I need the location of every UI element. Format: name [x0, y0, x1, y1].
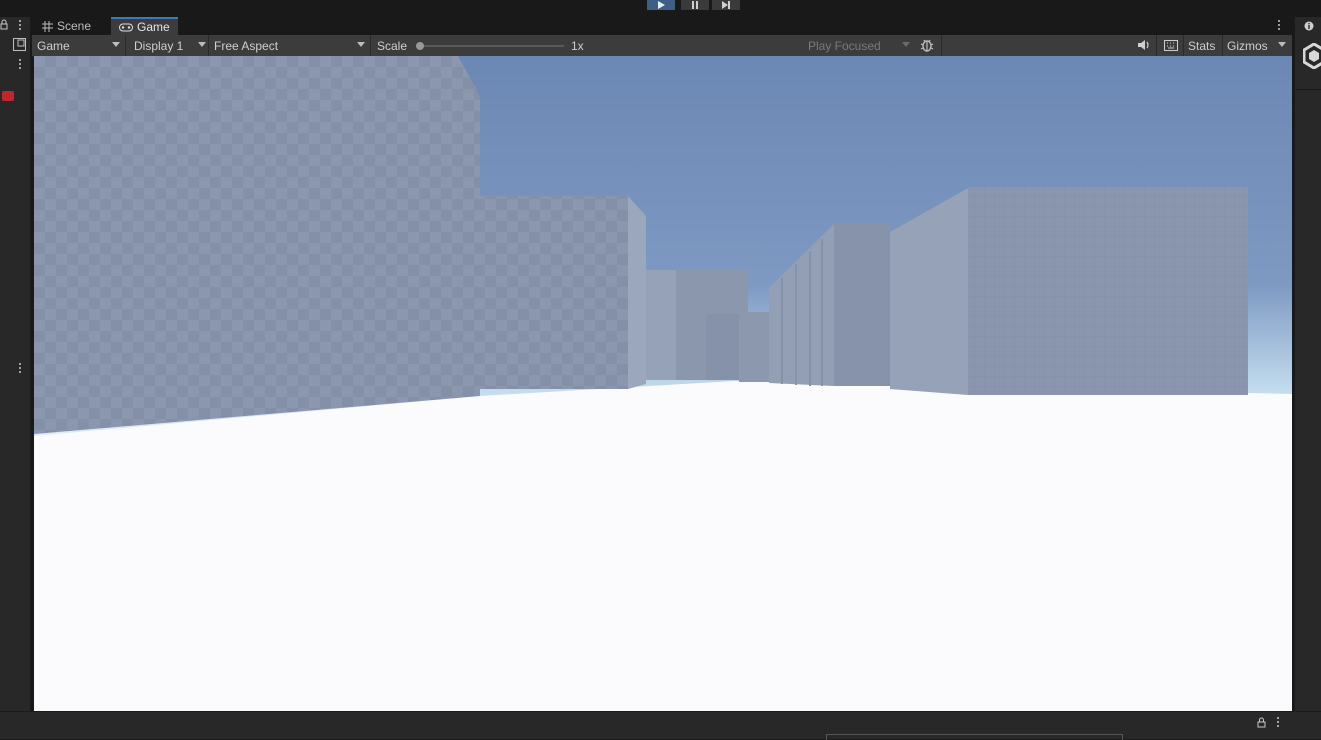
game-view-toolbar: Game Display 1 Free Aspect Scale 1x Play… — [32, 35, 1292, 57]
scale-label: Scale — [377, 38, 408, 53]
lock-icon[interactable] — [1257, 717, 1266, 728]
toolbar-divider — [370, 35, 371, 56]
view-tab-strip: Scene Game — [32, 17, 1292, 35]
gamepad-icon — [119, 23, 133, 31]
step-button[interactable] — [712, 0, 740, 10]
display-label: Display 1 — [134, 38, 184, 53]
aspect-dropdown[interactable]: Free Aspect — [214, 35, 368, 56]
right-mid-building — [834, 224, 890, 386]
window-menu-icon[interactable] — [1278, 20, 1281, 31]
chevron-down-icon — [357, 42, 365, 47]
error-object-icon[interactable] — [0, 90, 16, 102]
middle-left-building-side — [628, 196, 646, 389]
chevron-down-icon — [1278, 42, 1286, 47]
unity-logo-icon[interactable] — [1303, 43, 1321, 69]
left-wall-building — [34, 56, 480, 434]
gizmos-dropdown[interactable]: Gizmos — [1227, 35, 1286, 56]
play-mode-dropdown[interactable]: Play Focused — [808, 35, 912, 56]
play-mode-label: Play Focused — [808, 38, 881, 53]
scale-slider-handle[interactable] — [416, 42, 424, 50]
panel-menu-icon[interactable] — [19, 363, 22, 374]
speaker-icon[interactable] — [1137, 39, 1151, 51]
far-building — [739, 312, 769, 382]
chevron-down-icon — [902, 42, 910, 47]
ground-plane — [34, 381, 1292, 711]
chevron-down-icon — [198, 42, 206, 47]
tab-label: Game — [137, 20, 170, 34]
tab-scene[interactable]: Scene — [34, 17, 99, 35]
grid-icon — [42, 20, 53, 32]
pause-icon — [692, 1, 698, 9]
bottom-panel — [0, 711, 1321, 740]
info-icon[interactable] — [1304, 21, 1314, 31]
scale-value: 1x — [571, 38, 584, 53]
tab-label: Scene — [57, 19, 92, 33]
panel-menu-icon[interactable] — [19, 59, 22, 70]
play-toolbar — [0, 0, 1321, 10]
panel-menu-icon[interactable] — [1277, 717, 1280, 728]
game-render — [34, 56, 1292, 711]
toolbar-divider — [208, 35, 209, 56]
chevron-down-icon — [112, 42, 120, 47]
view-mode-label: Game — [37, 38, 70, 53]
display-dropdown[interactable]: Display 1 — [134, 35, 206, 56]
right-building-front — [968, 187, 1248, 395]
step-icon — [722, 1, 730, 9]
panel-menu-icon[interactable] — [19, 20, 22, 31]
far-building-face — [646, 270, 676, 380]
middle-left-building — [480, 196, 628, 389]
game-viewport[interactable] — [34, 56, 1292, 711]
pause-button[interactable] — [681, 0, 709, 10]
tab-game[interactable]: Game — [111, 17, 178, 35]
hierarchy-panel-collapsed — [0, 17, 31, 711]
toolbar-divider — [941, 35, 942, 56]
lock-icon[interactable] — [0, 19, 8, 30]
keyboard-icon[interactable] — [1164, 40, 1178, 51]
aspect-label: Free Aspect — [214, 38, 279, 53]
console-search-field[interactable] — [826, 734, 1123, 740]
scale-slider[interactable] — [416, 42, 564, 50]
toolbar-divider — [1222, 35, 1223, 56]
toolbar-divider — [125, 35, 126, 56]
toolbar-divider — [1183, 35, 1184, 56]
view-mode-dropdown[interactable]: Game — [37, 35, 123, 56]
stats-button[interactable]: Stats — [1188, 35, 1215, 56]
inspector-panel-collapsed — [1294, 17, 1321, 711]
gizmos-label: Gizmos — [1227, 38, 1268, 53]
play-button[interactable] — [647, 0, 675, 10]
maximize-icon[interactable] — [13, 38, 26, 51]
bug-icon[interactable] — [920, 38, 934, 52]
play-icon — [658, 1, 665, 9]
toolbar-divider — [1156, 35, 1157, 56]
